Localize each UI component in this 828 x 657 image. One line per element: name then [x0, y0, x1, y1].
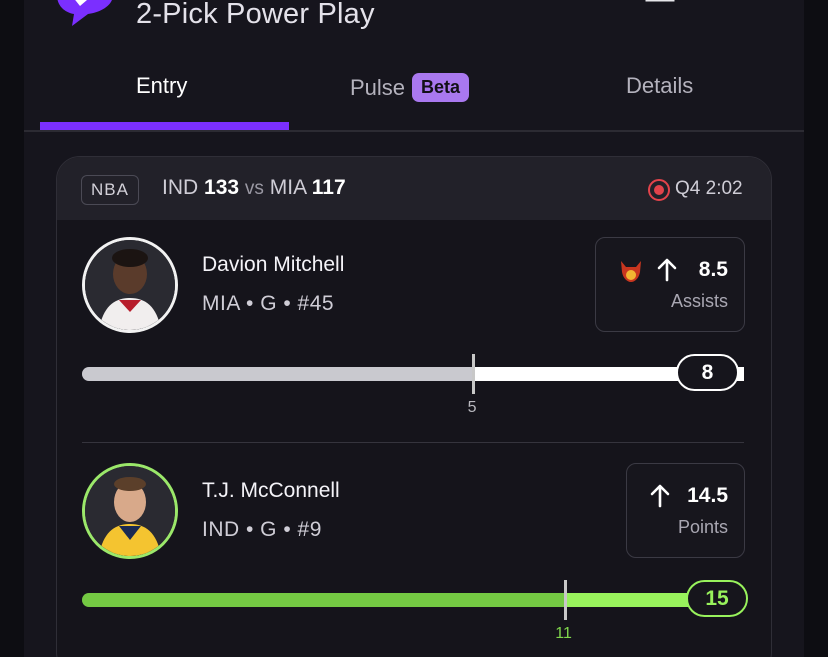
current-value-pill: 15 — [686, 580, 748, 617]
tab-divider — [24, 130, 804, 132]
line-value: 8.5 — [698, 258, 728, 281]
home-score: 133 — [204, 176, 240, 199]
player-headshot-icon — [85, 466, 175, 556]
progress-marker — [471, 354, 475, 394]
game-clock: Q4 2:02 — [675, 178, 743, 199]
pick-divider — [82, 442, 744, 443]
stat-label: Assists — [670, 291, 728, 311]
tab-pulse-label: Pulse — [350, 75, 406, 100]
player-info: MIA • G • #45 — [202, 292, 335, 315]
matchup-score: IND 133 vs MIA 117 — [162, 176, 346, 200]
tab-entry[interactable]: Entry — [136, 73, 187, 99]
player-name: Davion Mitchell — [202, 253, 345, 276]
tab-entry-label: Entry — [136, 73, 188, 98]
avatar — [82, 463, 178, 559]
away-team: MIA — [269, 176, 306, 199]
tab-details[interactable]: Details — [626, 73, 693, 99]
entry-card: NBA IND 133 vs MIA 117 Q4 2:02 Davion Mi… — [56, 156, 772, 657]
player-info: IND • G • #9 — [202, 518, 322, 541]
vs-label: vs — [244, 178, 264, 199]
pick-row[interactable]: Davion Mitchell MIA • G • #45 8.5 Assist… — [57, 237, 771, 437]
app-shell: 2-Pick Power Play Entry Pulse Beta Detail… — [24, 0, 804, 657]
away-score: 117 — [311, 176, 346, 199]
avatar — [82, 237, 178, 333]
progress-marker — [564, 580, 568, 620]
current-value-pill: 8 — [676, 354, 739, 391]
progress-track — [82, 593, 744, 607]
arrow-up-icon — [650, 484, 670, 508]
player-headshot-icon — [85, 240, 175, 330]
arrow-up-icon — [657, 258, 677, 282]
demon-icon — [621, 261, 641, 282]
tab-pulse[interactable]: Pulse Beta — [350, 73, 470, 102]
projection-box[interactable]: 8.5 Assists — [595, 237, 745, 332]
progress-fill-base — [82, 367, 473, 381]
game-header: NBA IND 133 vs MIA 117 Q4 2:02 — [57, 157, 771, 220]
line-value: 14.5 — [687, 484, 728, 507]
tab-details-label: Details — [626, 73, 694, 98]
league-badge: NBA — [81, 175, 139, 205]
beta-badge: Beta — [412, 73, 470, 102]
home-team: IND — [162, 176, 199, 199]
progress-fill-base — [82, 593, 566, 607]
app-logo-icon — [57, 0, 112, 26]
pick-row[interactable]: T.J. McConnell IND • G • #9 14.5 Points … — [57, 463, 771, 657]
progress-marker-label: 5 — [467, 399, 477, 416]
active-tab-indicator — [40, 122, 289, 130]
progress-marker-label: 11 — [555, 625, 572, 642]
progress-track — [82, 367, 744, 381]
projection-box[interactable]: 14.5 Points — [626, 463, 745, 558]
stat-label: Points — [677, 517, 728, 537]
live-indicator-icon — [648, 179, 670, 201]
share-icon[interactable] — [644, 0, 676, 16]
page-title: 2-Pick Power Play — [136, 0, 375, 30]
player-name: T.J. McConnell — [202, 479, 340, 502]
